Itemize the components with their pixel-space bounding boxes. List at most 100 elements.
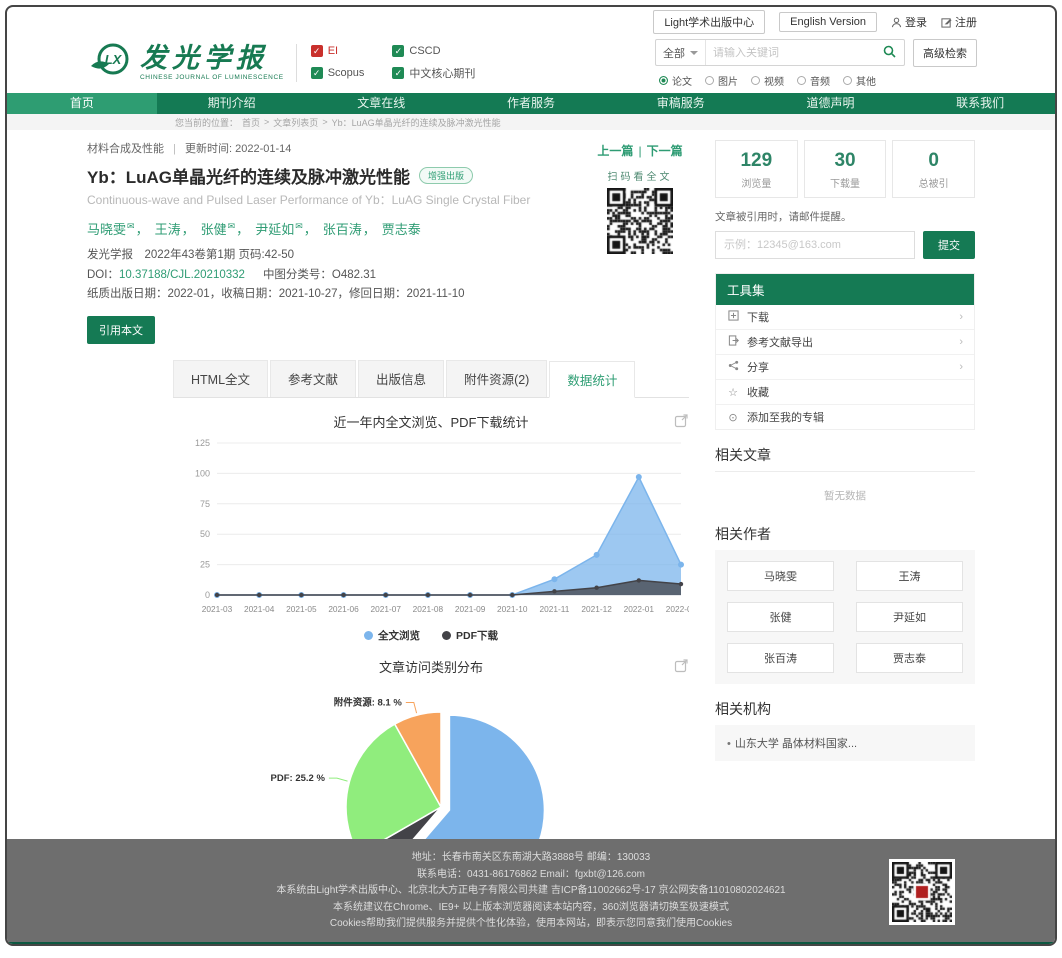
utility-bar: Light学术出版中心 English Version 登录 注册 bbox=[7, 7, 1055, 37]
chevron-right-icon: › bbox=[959, 336, 963, 348]
light-center-button[interactable]: Light学术出版中心 bbox=[653, 10, 765, 34]
related-author-chip[interactable]: 张百涛 bbox=[727, 643, 834, 673]
article-category[interactable]: 材料合成及性能 bbox=[87, 143, 164, 155]
nav-item-6[interactable]: 联系我们 bbox=[905, 93, 1055, 114]
chart-export-icon[interactable] bbox=[674, 658, 689, 678]
tool-export-references[interactable]: 参考文献导出 › bbox=[716, 329, 974, 354]
clc-number: 中图分类号：O482.31 bbox=[263, 269, 376, 281]
index-badges: ✓ EI ✓ CSCD ✓ Scopus ✓ 中文核心期刊 bbox=[311, 45, 476, 81]
tool-add-album[interactable]: ⊙ 添加至我的专辑 bbox=[716, 404, 974, 429]
article-title: Yb：LuAG单晶光纤的连续及脉冲激光性能 bbox=[87, 163, 410, 188]
breadcrumb-part[interactable]: 首页 bbox=[242, 116, 260, 129]
related-author-chip[interactable]: 张健 bbox=[727, 602, 834, 632]
doi-link[interactable]: 10.37188/CJL.20210332 bbox=[119, 269, 245, 281]
register-link[interactable]: 注册 bbox=[941, 14, 977, 30]
qr-code bbox=[889, 859, 955, 925]
email-icon: ✉ bbox=[127, 221, 135, 231]
journal-issue-line: 发光学报 2022年43卷第1期 页码:42-50 bbox=[87, 246, 591, 266]
search-type-radio[interactable]: 音频 bbox=[797, 73, 830, 88]
breadcrumb-part[interactable]: 文章列表页 bbox=[273, 116, 318, 129]
nav-item-1[interactable]: 期刊介绍 bbox=[157, 93, 307, 114]
svg-text:100: 100 bbox=[195, 468, 210, 478]
tab-4[interactable]: 数据统计 bbox=[549, 361, 635, 398]
toolbox: 工具集 下载 › 参考文献导出 › 分享 › ☆ 收藏 ⊙ 添加至我的专辑 bbox=[715, 273, 975, 430]
author-link[interactable]: 王涛 bbox=[155, 222, 181, 237]
svg-text:0: 0 bbox=[205, 590, 210, 600]
journal-name-cn: 发光学报 bbox=[140, 45, 284, 72]
journal-name-en: CHINESE JOURNAL OF LUMINESCENCE bbox=[140, 74, 284, 81]
svg-text:2021-11: 2021-11 bbox=[540, 604, 570, 614]
tool-star[interactable]: ☆ 收藏 bbox=[716, 379, 974, 404]
article-column: 材料合成及性能 | 更新时间: 2022-01-14 Yb：LuAG单晶光纤的连… bbox=[87, 140, 689, 839]
author-link[interactable]: 贾志泰 bbox=[382, 222, 421, 237]
search-scope-select[interactable]: 全部 bbox=[656, 40, 706, 65]
related-author-chip[interactable]: 尹延如 bbox=[856, 602, 963, 632]
submit-email-button[interactable]: 提交 bbox=[923, 231, 975, 259]
svg-text:2022-02: 2022-02 bbox=[666, 604, 689, 614]
tab-1[interactable]: 参考文献 bbox=[270, 360, 356, 397]
svg-text:125: 125 bbox=[195, 438, 210, 448]
login-link[interactable]: 登录 bbox=[891, 14, 927, 30]
svg-text:2021-12: 2021-12 bbox=[581, 604, 612, 614]
search-type-radio[interactable]: 视频 bbox=[751, 73, 784, 88]
index-badge: ✓ 中文核心期刊 bbox=[392, 65, 475, 81]
email-alert-input[interactable] bbox=[715, 231, 915, 259]
article-title-en: Continuous-wave and Pulsed Laser Perform… bbox=[87, 191, 591, 208]
author-link[interactable]: 尹延如✉ bbox=[255, 222, 303, 237]
search-type-radio[interactable]: 图片 bbox=[705, 73, 738, 88]
stat-box: 129 浏览量 bbox=[715, 140, 798, 198]
tab-3[interactable]: 附件资源(2) bbox=[446, 360, 547, 397]
area-chart-legend: 全文浏览 PDF下载 bbox=[173, 628, 689, 643]
search-type-radio[interactable]: 其他 bbox=[843, 73, 876, 88]
enhanced-publication-badge[interactable]: 增强出版 bbox=[419, 167, 473, 184]
prev-article-link[interactable]: 上一篇 bbox=[597, 144, 633, 158]
nav-item-2[interactable]: 文章在线 bbox=[306, 93, 456, 114]
tab-2[interactable]: 出版信息 bbox=[358, 360, 444, 397]
tool-download[interactable]: 下载 › bbox=[716, 305, 974, 329]
doi-line: DOI：10.37188/CJL.20210332中图分类号：O482.31 bbox=[87, 266, 591, 286]
svg-text:2021-04: 2021-04 bbox=[244, 604, 275, 614]
related-author-chip[interactable]: 王涛 bbox=[856, 561, 963, 591]
check-icon: ✓ bbox=[311, 67, 323, 79]
access-category-chart: 文章访问类别分布 HTML全文: 61.3 %图表: 5.4 %PDF: 25.… bbox=[173, 657, 689, 839]
authors-line: 马晓雯✉，王涛，张健✉，尹延如✉，张百涛，贾志泰 bbox=[87, 219, 591, 238]
nav-item-3[interactable]: 作者服务 bbox=[456, 93, 606, 114]
journal-logo[interactable]: LX 发光学报 CHINESE JOURNAL OF LUMINESCENCE bbox=[87, 40, 284, 87]
related-org-link[interactable]: •山东大学 晶体材料国家... bbox=[727, 735, 963, 751]
author-link[interactable]: 马晓雯✉ bbox=[87, 222, 135, 237]
export-references-icon bbox=[727, 335, 739, 349]
index-badge: ✓ EI bbox=[311, 45, 365, 57]
tab-0[interactable]: HTML全文 bbox=[173, 360, 268, 397]
related-author-chip[interactable]: 贾志泰 bbox=[856, 643, 963, 673]
search-area: 全部 高级检索 论文 图片 视频 音频 其他 bbox=[655, 39, 977, 88]
star-icon: ☆ bbox=[727, 386, 739, 399]
english-version-button[interactable]: English Version bbox=[779, 12, 877, 32]
search-type-radio[interactable]: 论文 bbox=[659, 73, 692, 88]
nav-item-5[interactable]: 道德声明 bbox=[756, 93, 906, 114]
advanced-search-button[interactable]: 高级检索 bbox=[913, 39, 977, 67]
related-author-chip[interactable]: 马晓雯 bbox=[727, 561, 834, 591]
nav-item-4[interactable]: 审稿服务 bbox=[606, 93, 756, 114]
svg-text:75: 75 bbox=[200, 498, 210, 508]
divider bbox=[296, 44, 297, 82]
svg-text:25: 25 bbox=[200, 559, 210, 569]
related-organizations: •山东大学 晶体材料国家... bbox=[715, 725, 975, 761]
author-link[interactable]: 张健✉ bbox=[201, 222, 236, 237]
nav-item-0[interactable]: 首页 bbox=[7, 93, 157, 114]
legend-item[interactable]: 全文浏览 bbox=[364, 628, 420, 643]
search-input[interactable] bbox=[706, 47, 875, 59]
area-chart-canvas: 02550751001252021-032021-042021-052021-0… bbox=[173, 435, 689, 621]
chart-export-icon[interactable] bbox=[674, 413, 689, 433]
check-icon: ✓ bbox=[392, 67, 404, 79]
next-article-link[interactable]: 下一篇 bbox=[647, 144, 683, 158]
svg-text:2021-09: 2021-09 bbox=[455, 604, 486, 614]
article-tabs: HTML全文参考文献出版信息附件资源(2)数据统计 bbox=[173, 360, 689, 398]
search-button[interactable] bbox=[875, 45, 904, 61]
cite-article-button[interactable]: 引用本文 bbox=[87, 316, 155, 344]
footer-accent-bar bbox=[7, 942, 1055, 946]
legend-item[interactable]: PDF下载 bbox=[442, 628, 498, 643]
tool-share[interactable]: 分享 › bbox=[716, 354, 974, 379]
author-link[interactable]: 张百涛 bbox=[323, 222, 362, 237]
pencil-icon bbox=[941, 17, 952, 28]
radio-icon bbox=[659, 76, 668, 85]
